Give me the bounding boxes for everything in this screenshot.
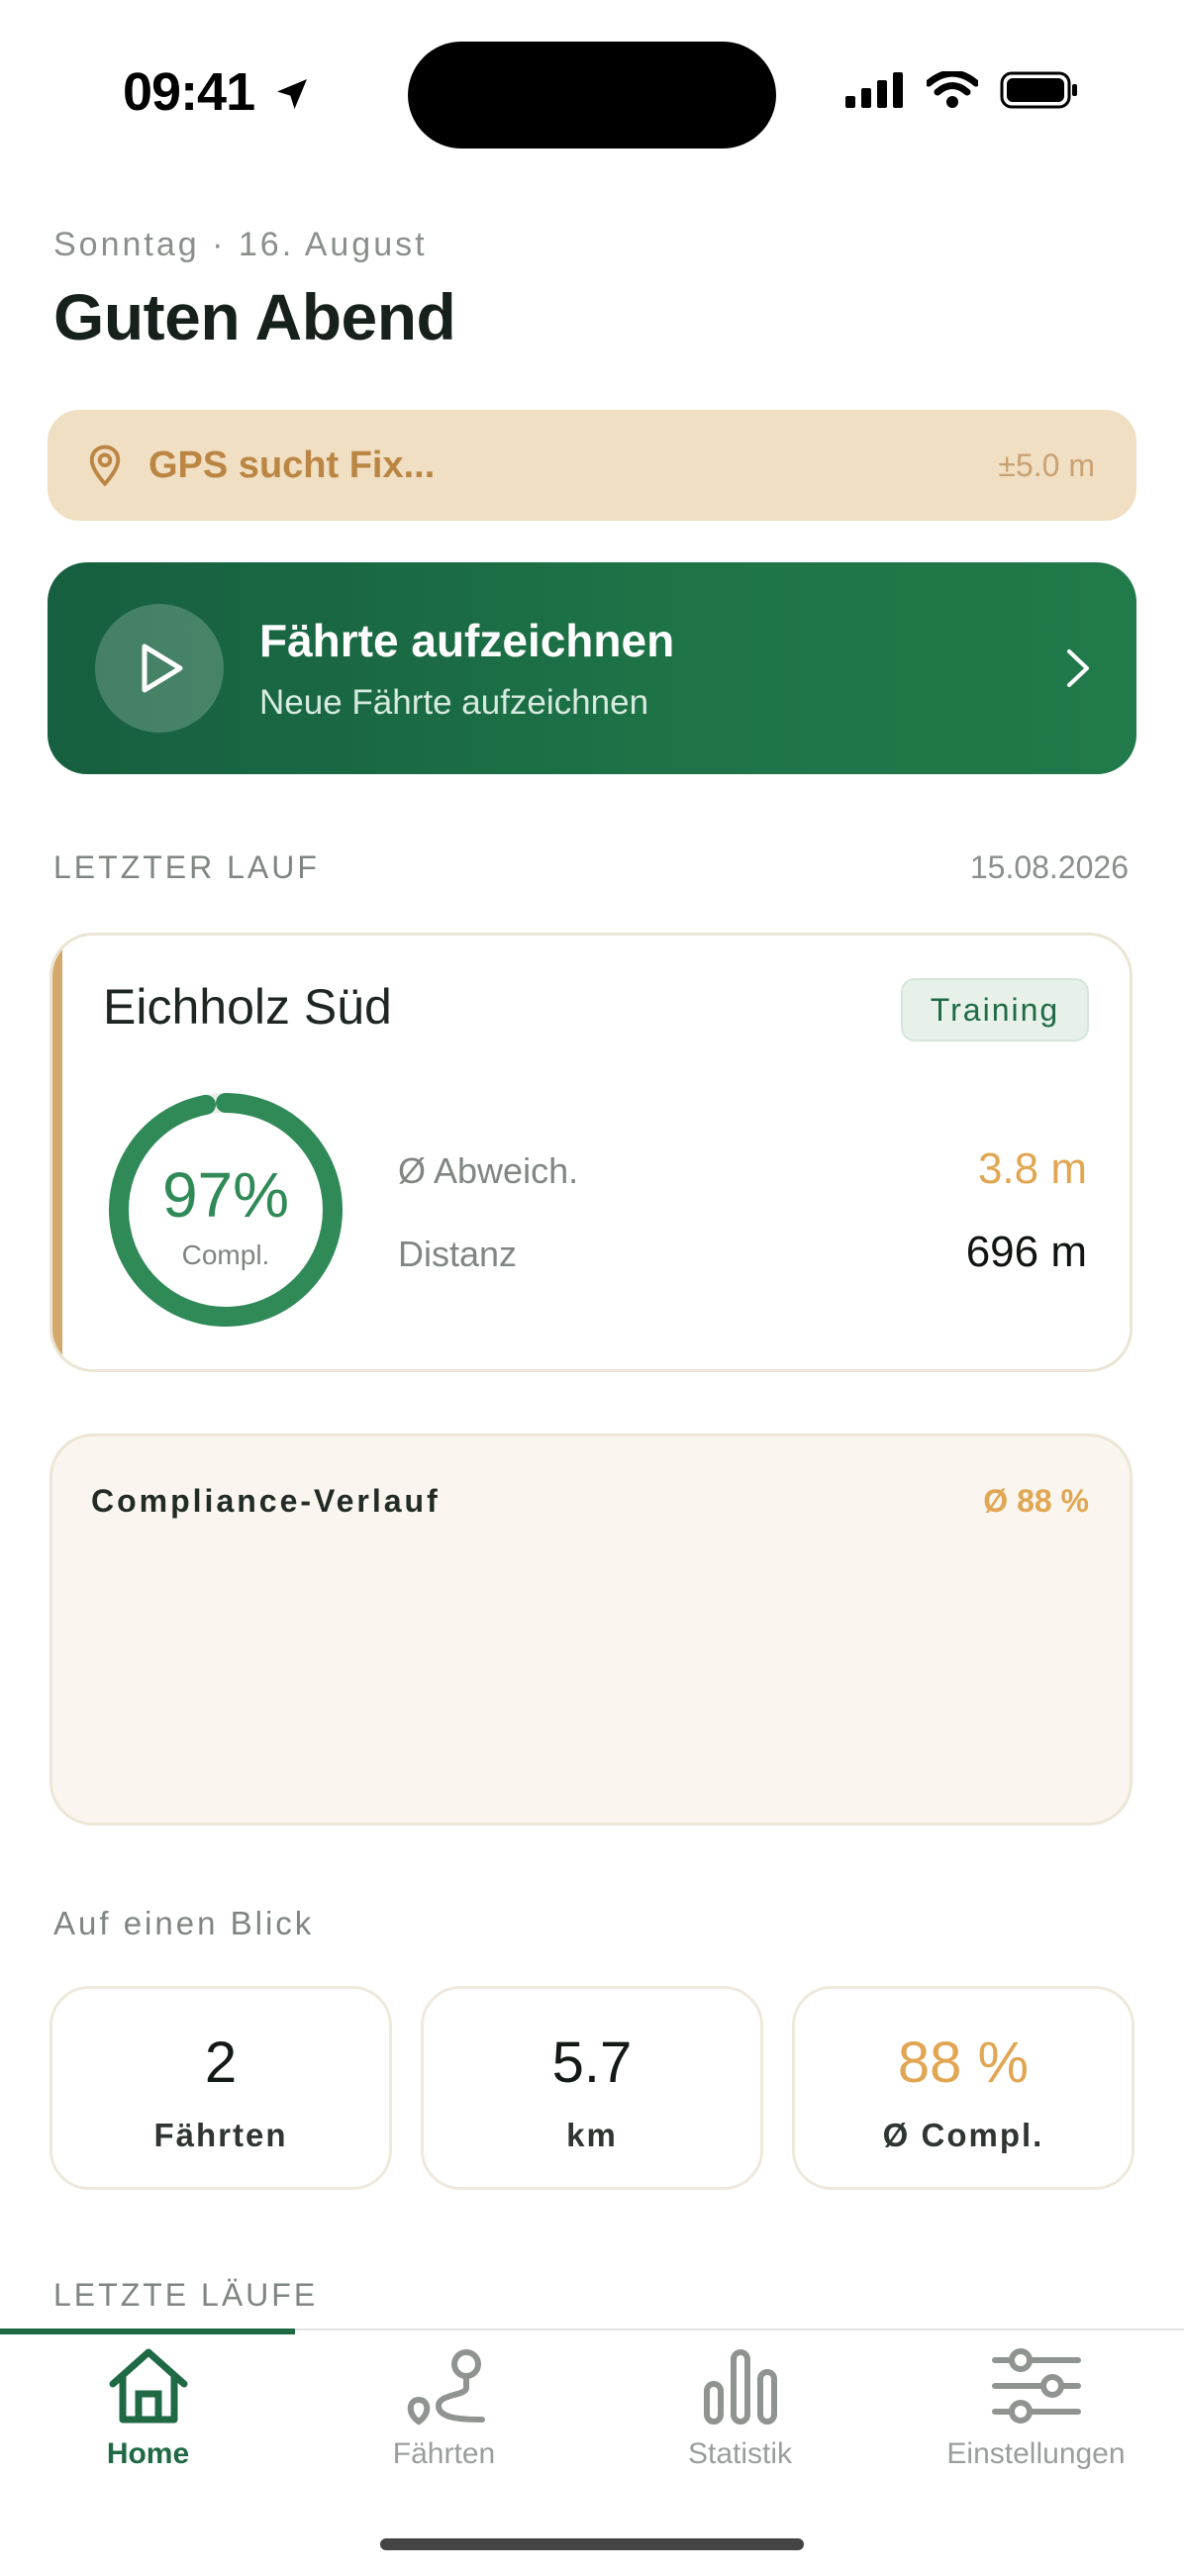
gps-accuracy: ±5.0 m bbox=[998, 447, 1095, 483]
deviation-value: 3.8 m bbox=[977, 1144, 1087, 1193]
dynamic-island bbox=[408, 42, 776, 149]
compliance-percent: 97% bbox=[161, 1159, 290, 1231]
compliance-label: Compl. bbox=[181, 1239, 270, 1270]
gps-status-text: GPS sucht Fix... bbox=[148, 445, 436, 486]
signal-icon bbox=[845, 72, 903, 108]
status-time: 09:41 bbox=[123, 61, 312, 123]
tab-trails-label: Fährten bbox=[392, 2437, 496, 2470]
run-title: Eichholz Süd bbox=[103, 979, 392, 1035]
tab-home-label: Home bbox=[106, 2437, 190, 2470]
chevron-right-icon bbox=[1067, 649, 1089, 687]
home-icon bbox=[109, 2348, 188, 2424]
date-line: Sonntag · 16. August bbox=[53, 226, 428, 263]
stat-value-km: 5.7 bbox=[551, 2031, 633, 2095]
record-subtitle: Neue Fährte aufzeichnen bbox=[259, 683, 649, 722]
page-title: Guten Abend bbox=[53, 280, 456, 353]
status-icons bbox=[845, 71, 1079, 109]
glance-label: Auf einen Blick bbox=[53, 1905, 315, 1941]
run-card-accent bbox=[52, 936, 62, 1369]
tab-settings-label: Einstellungen bbox=[946, 2437, 1126, 2470]
stat-label-compliance: Ø Compl. bbox=[882, 2117, 1044, 2153]
stat-label-trails: Fährten bbox=[153, 2117, 288, 2153]
compliance-line-chart bbox=[49, 1434, 1133, 1826]
home-indicator[interactable] bbox=[380, 2538, 804, 2550]
deviation-label: Ø Abweich. bbox=[398, 1150, 579, 1191]
stat-label-km: km bbox=[566, 2117, 618, 2153]
last-run-section-label: LETZTER LAUF bbox=[53, 849, 320, 885]
record-title: Fährte aufzeichnen bbox=[259, 615, 675, 666]
play-icon bbox=[142, 644, 183, 693]
tab-home[interactable]: Home bbox=[0, 2328, 296, 2526]
sliders-icon bbox=[992, 2348, 1081, 2424]
recent-runs-section-label: LETZTE LÄUFE bbox=[53, 2277, 319, 2313]
route-icon bbox=[407, 2349, 485, 2426]
status-time-text: 09:41 bbox=[123, 62, 255, 122]
tab-statistics-label: Statistik bbox=[687, 2437, 793, 2470]
distance-label: Distanz bbox=[398, 1234, 518, 1274]
stat-value-trails: 2 bbox=[204, 2031, 238, 2095]
stat-value-compliance: 88 % bbox=[897, 2031, 1030, 2095]
location-arrow-icon bbox=[277, 79, 308, 109]
status-badge: Training bbox=[901, 978, 1089, 1041]
distance-value: 696 m bbox=[965, 1228, 1087, 1276]
last-run-date: 15.08.2026 bbox=[969, 849, 1129, 885]
bar-chart-icon bbox=[704, 2349, 777, 2425]
tab-settings[interactable]: Einstellungen bbox=[888, 2328, 1184, 2526]
tab-statistics[interactable]: Statistik bbox=[592, 2328, 888, 2526]
location-pin-icon bbox=[89, 445, 121, 487]
wifi-icon bbox=[927, 71, 978, 108]
battery-icon bbox=[1000, 71, 1077, 109]
tab-trails[interactable]: Fährten bbox=[296, 2328, 592, 2526]
